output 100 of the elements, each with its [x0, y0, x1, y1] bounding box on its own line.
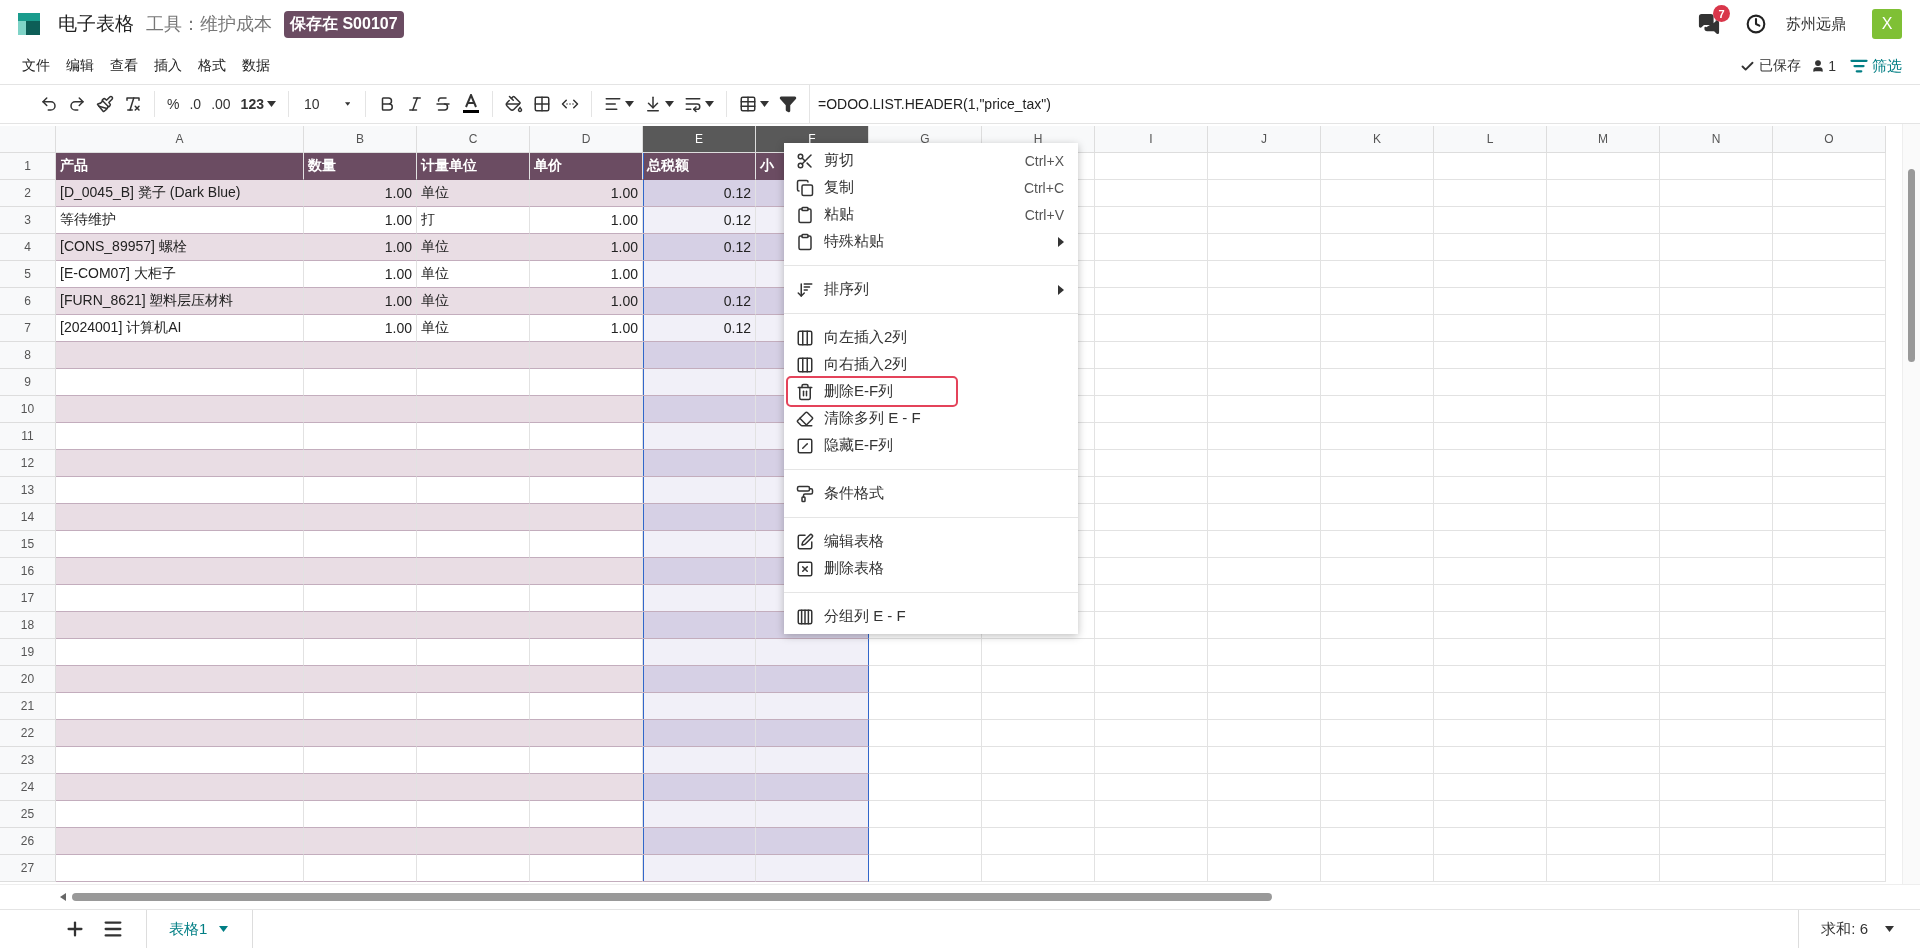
column-header[interactable]: K: [1321, 126, 1434, 153]
company-name[interactable]: 苏州远鼎: [1786, 14, 1846, 34]
corner-cell[interactable]: [0, 126, 56, 153]
context-menu-item[interactable]: 特殊粘贴: [784, 228, 1078, 255]
row-number[interactable]: 8: [0, 342, 56, 369]
column-header[interactable]: B: [304, 126, 417, 153]
row-number[interactable]: 2: [0, 180, 56, 207]
paintbrush-icon: [96, 95, 114, 113]
row-number[interactable]: 15: [0, 531, 56, 558]
number-format-button[interactable]: .0: [186, 92, 205, 116]
chat-icon[interactable]: [1698, 13, 1720, 35]
caret-icon: [704, 101, 714, 107]
column-header[interactable]: O: [1773, 126, 1886, 153]
column-header[interactable]: I: [1095, 126, 1208, 153]
table-cell: 单位: [417, 180, 530, 207]
table-cell: [2024001] 计算机AI: [56, 315, 304, 342]
menu-item[interactable]: 编辑: [58, 53, 102, 79]
table-cell: 0.12: [643, 288, 756, 315]
app-title: 电子表格: [58, 12, 134, 36]
row-number[interactable]: 7: [0, 315, 56, 342]
number-format-button[interactable]: .00: [208, 92, 234, 116]
row-number[interactable]: 26: [0, 828, 56, 855]
vertical-scrollbar[interactable]: [1902, 124, 1920, 884]
context-menu-item[interactable]: 向右插入2列: [784, 351, 1078, 378]
user-icon: [1811, 59, 1826, 73]
table-cell: 1.00: [304, 180, 417, 207]
column-header[interactable]: M: [1547, 126, 1660, 153]
menu-icon: [102, 918, 124, 940]
column-header[interactable]: L: [1434, 126, 1547, 153]
row-number[interactable]: 27: [0, 855, 56, 882]
context-menu-item[interactable]: 隐藏E-F列: [784, 432, 1078, 459]
row-number[interactable]: 3: [0, 207, 56, 234]
context-menu-item[interactable]: 剪切 Ctrl+X: [784, 147, 1078, 174]
row-number[interactable]: 22: [0, 720, 56, 747]
table-header-cell: 计量单位: [417, 153, 530, 180]
document-subtitle: 工具：维护成本: [146, 13, 272, 36]
row-number[interactable]: 4: [0, 234, 56, 261]
sheet-tab[interactable]: 表格1: [146, 910, 254, 948]
caret-icon: [624, 101, 634, 107]
table-cell: 1.00: [530, 207, 643, 234]
context-menu-item[interactable]: 编辑表格: [784, 528, 1078, 555]
context-menu-item[interactable]: 删除表格: [784, 555, 1078, 582]
table-cell: 1.00: [530, 315, 643, 342]
context-menu-item[interactable]: 清除多列 E - F: [784, 405, 1078, 432]
row-number[interactable]: 25: [0, 801, 56, 828]
column-header[interactable]: A: [56, 126, 304, 153]
row-number[interactable]: 17: [0, 585, 56, 612]
row-number[interactable]: 5: [0, 261, 56, 288]
row-number[interactable]: 20: [0, 666, 56, 693]
column-header[interactable]: N: [1660, 126, 1773, 153]
table-cell: 1.00: [304, 261, 417, 288]
filter-button[interactable]: 筛选: [1846, 56, 1906, 76]
pen-square-icon: [796, 532, 814, 551]
row-number[interactable]: 21: [0, 693, 56, 720]
row-number[interactable]: 11: [0, 423, 56, 450]
menu-item[interactable]: 数据: [234, 53, 278, 79]
font-size-select[interactable]: 10: [297, 95, 356, 113]
row-number[interactable]: 23: [0, 747, 56, 774]
row-number[interactable]: 13: [0, 477, 56, 504]
number-format-button[interactable]: 123: [237, 92, 279, 116]
table-cell: 1.00: [304, 288, 417, 315]
row-number[interactable]: 16: [0, 558, 56, 585]
row-number[interactable]: 19: [0, 639, 56, 666]
column-header[interactable]: E: [643, 126, 756, 153]
column-header[interactable]: C: [417, 126, 530, 153]
horizontal-scroll-thumb[interactable]: [72, 893, 1272, 901]
scroll-thumb[interactable]: [1908, 169, 1915, 362]
formula-field[interactable]: =ODOO.LIST.HEADER(1,"price_tax"): [808, 85, 1920, 123]
table-cell: 单位: [417, 261, 530, 288]
context-menu-item[interactable]: 删除E-F列: [788, 378, 956, 405]
row-number[interactable]: 24: [0, 774, 56, 801]
row-number[interactable]: 9: [0, 369, 56, 396]
saved-status: 已保存: [1759, 57, 1802, 75]
number-format-button[interactable]: %: [164, 92, 183, 116]
row-number[interactable]: 12: [0, 450, 56, 477]
row-number[interactable]: 18: [0, 612, 56, 639]
row-number[interactable]: 10: [0, 396, 56, 423]
table-cell: 1.00: [530, 288, 643, 315]
table-icon: [738, 95, 757, 113]
row-number[interactable]: 1: [0, 153, 56, 180]
row-number[interactable]: 6: [0, 288, 56, 315]
saved-location-tag[interactable]: 保存在 S00107: [284, 10, 404, 38]
context-menu-item[interactable]: 分组列 E - F: [784, 603, 1078, 630]
column-header[interactable]: J: [1208, 126, 1321, 153]
row-number[interactable]: 14: [0, 504, 56, 531]
clock-icon[interactable]: [1746, 14, 1766, 34]
context-menu-item[interactable]: 向左插入2列: [784, 324, 1078, 351]
context-menu-item[interactable]: 粘贴 Ctrl+V: [784, 201, 1078, 228]
table-cell: 打: [417, 207, 530, 234]
trash-icon: [796, 382, 814, 401]
context-menu-item[interactable]: 排序列: [784, 276, 1078, 303]
menu-item[interactable]: 查看: [102, 53, 146, 79]
column-header[interactable]: D: [530, 126, 643, 153]
context-menu-item[interactable]: 复制 Ctrl+C: [784, 174, 1078, 201]
menu-item[interactable]: 插入: [146, 53, 190, 79]
scroll-left-icon[interactable]: [60, 893, 66, 901]
columns-icon: [796, 355, 814, 374]
context-menu-item[interactable]: 条件格式: [784, 480, 1078, 507]
menu-item[interactable]: 文件: [14, 53, 58, 79]
menu-item[interactable]: 格式: [190, 53, 234, 79]
